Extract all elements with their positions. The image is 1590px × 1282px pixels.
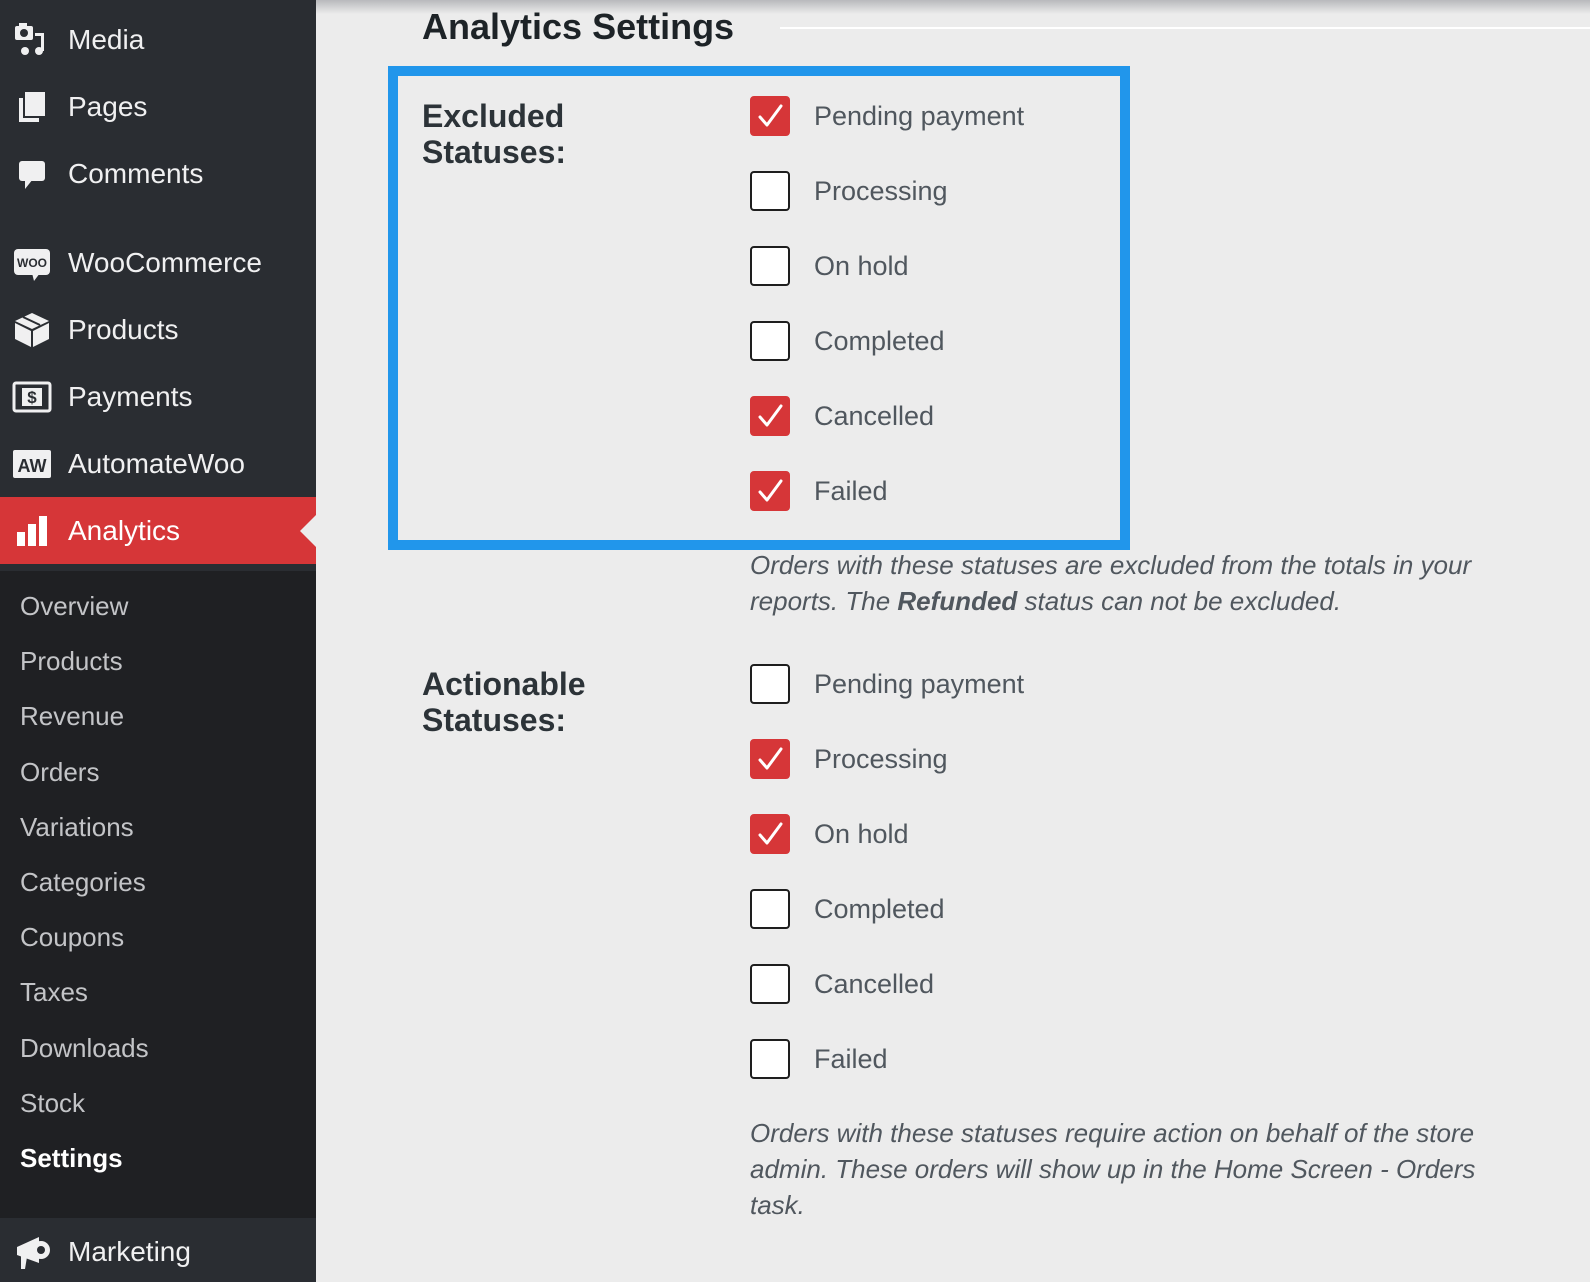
checkmark-icon xyxy=(758,404,783,427)
checkmark-icon xyxy=(758,747,783,770)
sidebar-item-label: Pages xyxy=(68,90,148,122)
checkbox-label: Failed xyxy=(814,475,888,506)
label-line: Actionable xyxy=(422,666,586,702)
checkbox-label: Processing xyxy=(814,743,948,774)
title-divider xyxy=(780,27,1590,29)
sidebar-item-label: AutomateWoo xyxy=(68,447,245,479)
checkbox-option[interactable]: On hold xyxy=(750,814,909,854)
sidebar-item-label: Comments xyxy=(68,157,204,189)
analytics-bar-chart-icon xyxy=(12,511,52,551)
sidebar-item-comments[interactable]: Comments xyxy=(0,140,316,207)
sidebar-item-label: Media xyxy=(68,23,145,55)
checkbox-checked[interactable] xyxy=(750,814,790,854)
svg-text:WOO: WOO xyxy=(17,256,47,270)
sidebar-item-payments[interactable]: $ Payments xyxy=(0,363,316,430)
checkbox-unchecked[interactable] xyxy=(750,1039,790,1079)
checkmark-icon xyxy=(758,479,783,502)
excluded-statuses-label: Excluded Statuses: xyxy=(422,98,566,170)
checkmark-icon xyxy=(758,104,783,127)
help-text: status can not be excluded. xyxy=(1017,586,1342,616)
checkbox-label: Pending payment xyxy=(814,668,1025,699)
checkbox-option[interactable]: Failed xyxy=(750,471,888,511)
submenu-revenue[interactable]: Revenue xyxy=(20,701,124,732)
checkbox-option[interactable]: Completed xyxy=(750,889,945,929)
sidebar-item-analytics[interactable]: Analytics xyxy=(0,497,316,564)
checkbox-label: Processing xyxy=(814,175,948,206)
checkbox-option[interactable]: Pending payment xyxy=(750,664,1024,704)
checkbox-option[interactable]: Cancelled xyxy=(750,964,934,1004)
submenu-overview[interactable]: Overview xyxy=(20,591,128,622)
sidebar-item-marketing[interactable]: Marketing xyxy=(0,1218,316,1282)
submenu-downloads[interactable]: Downloads xyxy=(20,1033,149,1064)
checkbox-option[interactable]: Processing xyxy=(750,171,948,211)
checkbox-unchecked[interactable] xyxy=(750,964,790,1004)
checkbox-label: Failed xyxy=(814,1043,888,1074)
sidebar-item-label: Payments xyxy=(68,380,193,412)
checkbox-label: Cancelled xyxy=(814,400,935,431)
checkbox-checked[interactable] xyxy=(750,471,790,511)
submenu-orders[interactable]: Orders xyxy=(20,757,99,788)
label-line: Statuses: xyxy=(422,702,567,738)
analytics-submenu: Overview Products Revenue Orders Variati… xyxy=(0,571,316,1218)
checkbox-label: Cancelled xyxy=(814,968,935,999)
checkbox-option[interactable]: Processing xyxy=(750,739,948,779)
submenu-stock[interactable]: Stock xyxy=(20,1088,85,1119)
admin-sidebar: Media Pages Comments WOO WooCommerce Pro… xyxy=(0,0,316,1282)
checkbox-label: Pending payment xyxy=(814,100,1025,131)
checkmark-icon xyxy=(758,822,783,845)
sidebar-item-media[interactable]: Media xyxy=(0,6,316,73)
actionable-help-text: Orders with these statuses require actio… xyxy=(750,1118,1476,1220)
sidebar-item-automatewoo[interactable]: AW AutomateWoo xyxy=(0,430,316,497)
submenu-categories[interactable]: Categories xyxy=(20,867,146,898)
automatewoo-icon: AW xyxy=(12,444,52,484)
products-box-icon xyxy=(12,310,52,350)
checkbox-option[interactable]: Cancelled xyxy=(750,396,934,436)
media-icon xyxy=(12,20,52,60)
sidebar-item-label: WooCommerce xyxy=(68,246,262,278)
checkbox-checked[interactable] xyxy=(750,739,790,779)
comments-icon xyxy=(12,154,52,194)
svg-text:$: $ xyxy=(27,388,37,407)
actionable-statuses-label: Actionable Statuses: xyxy=(422,666,586,738)
sidebar-item-label: Marketing xyxy=(68,1235,191,1267)
excluded-help-text: Orders with these statuses are excluded … xyxy=(750,547,1540,619)
page-title: Analytics Settings xyxy=(422,6,735,47)
sidebar-item-products[interactable]: Products xyxy=(0,296,316,363)
checkbox-unchecked[interactable] xyxy=(750,889,790,929)
pages-icon xyxy=(12,87,52,127)
help-bold-text: Refunded xyxy=(897,586,1018,616)
submenu-products[interactable]: Products xyxy=(20,646,123,677)
sidebar-item-label: Products xyxy=(68,313,179,345)
checkbox-option[interactable]: On hold xyxy=(750,246,909,286)
checkbox-option[interactable]: Failed xyxy=(750,1039,888,1079)
checkbox-label: Completed xyxy=(814,893,945,924)
submenu-variations[interactable]: Variations xyxy=(20,812,134,843)
submenu-coupons[interactable]: Coupons xyxy=(20,922,124,953)
sidebar-item-woocommerce[interactable]: WOO WooCommerce xyxy=(0,229,316,296)
marketing-megaphone-icon xyxy=(12,1232,52,1272)
checkbox-unchecked[interactable] xyxy=(750,171,790,211)
checkbox-label: On hold xyxy=(814,818,909,849)
svg-text:AW: AW xyxy=(18,456,47,476)
submenu-taxes[interactable]: Taxes xyxy=(20,977,88,1008)
submenu-settings[interactable]: Settings xyxy=(20,1143,123,1174)
checkbox-label: On hold xyxy=(814,250,909,281)
checkbox-checked[interactable] xyxy=(750,96,790,136)
checkbox-unchecked[interactable] xyxy=(750,246,790,286)
woocommerce-icon: WOO xyxy=(12,243,52,283)
checkbox-unchecked[interactable] xyxy=(750,321,790,361)
checkbox-label: Completed xyxy=(814,325,945,356)
checkbox-option[interactable]: Completed xyxy=(750,321,945,361)
checkbox-checked[interactable] xyxy=(750,396,790,436)
label-line: Excluded xyxy=(422,98,565,134)
checkbox-unchecked[interactable] xyxy=(750,664,790,704)
payments-dollar-icon: $ xyxy=(12,377,52,417)
checkbox-option[interactable]: Pending payment xyxy=(750,96,1024,136)
label-line: Statuses: xyxy=(422,134,567,170)
sidebar-item-pages[interactable]: Pages xyxy=(0,73,316,140)
sidebar-item-label: Analytics xyxy=(68,514,181,546)
